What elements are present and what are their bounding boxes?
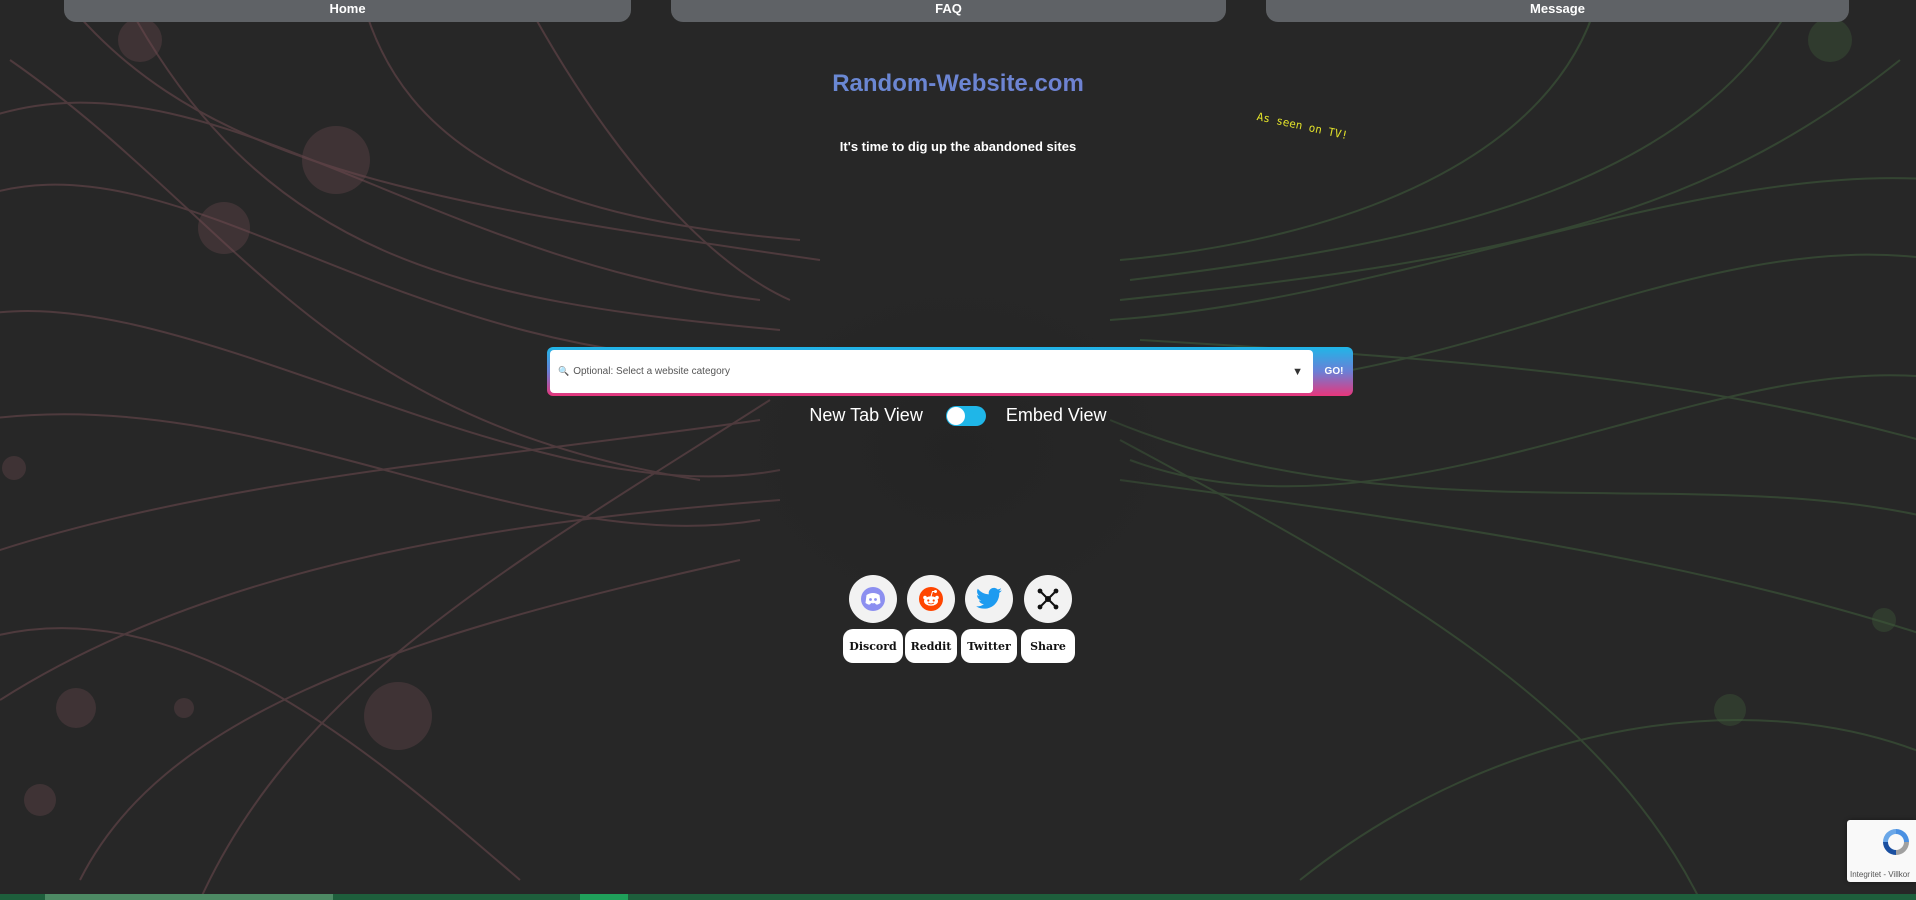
search-icon: 🔍 [558,366,570,376]
reddit-button[interactable]: Reddit [905,629,957,663]
chevron-down-icon[interactable]: ▼ [1292,366,1303,378]
recaptcha-icon [1883,829,1909,855]
view-mode-toggle[interactable] [945,405,986,426]
discord-button[interactable]: Discord [843,629,903,663]
nav-faq-button[interactable]: FAQ [671,0,1226,22]
embed-view-label: Embed View [1005,405,1107,425]
new-tab-view-label: New Tab View [809,405,923,425]
go-button[interactable]: GO! [1315,347,1353,396]
twitter-icon[interactable] [965,575,1013,623]
top-nav: Home FAQ Message [0,0,1916,22]
view-mode-row: New Tab View Embed View [0,405,1916,426]
reddit-icon[interactable] [907,575,955,623]
background-decoration [0,0,1916,900]
site-title[interactable]: Random-Website.com [0,70,1916,98]
bottom-bar [0,894,1916,900]
twitter-button[interactable]: Twitter [961,629,1017,663]
category-search: 🔍 Optional: Select a website category ▼ … [547,347,1353,396]
recaptcha-badge[interactable]: Integritet - Villkor [1847,820,1916,882]
recaptcha-links[interactable]: Integritet - Villkor [1850,870,1910,879]
category-select-placeholder: Optional: Select a website category [573,366,730,377]
category-select[interactable]: 🔍 Optional: Select a website category ▼ [550,350,1313,393]
share-icon[interactable] [1024,575,1072,623]
share-button[interactable]: Share [1021,629,1075,663]
tagline: It's time to dig up the abandoned sites [839,139,1077,154]
toggle-knob [946,406,965,425]
nav-home-button[interactable]: Home [64,0,631,22]
discord-icon[interactable] [849,575,897,623]
bottom-bar-segment [45,894,333,900]
bottom-bar-segment [580,894,628,900]
nav-message-button[interactable]: Message [1266,0,1849,22]
